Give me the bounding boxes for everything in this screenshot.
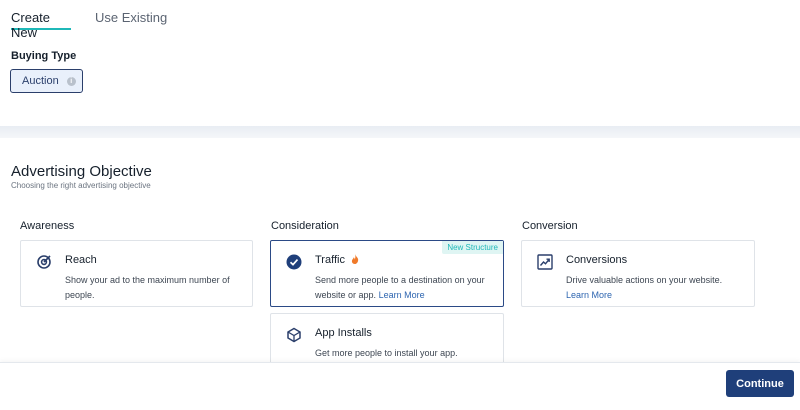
card-description: Get more people to install your app.: [315, 348, 458, 358]
section-subtitle: Choosing the right advertising objective: [11, 181, 151, 190]
tab-create-new[interactable]: Create New: [11, 0, 71, 40]
target-icon: [36, 254, 52, 270]
objective-card-traffic[interactable]: New Structure Traffic Send more people t…: [270, 240, 504, 307]
footer-bar: Continue: [0, 362, 800, 410]
learn-more-link[interactable]: Learn More: [379, 290, 425, 300]
card-title: Conversions: [566, 254, 628, 266]
cube-icon: [286, 327, 302, 343]
check-circle-icon: [286, 254, 302, 270]
auction-button[interactable]: Auction i: [10, 69, 83, 93]
conversions-desc-text: Drive valuable actions on your website.: [566, 275, 723, 285]
card-title: Reach: [65, 254, 97, 266]
objective-card-reach[interactable]: Reach Show your ad to the maximum number…: [20, 240, 253, 307]
continue-button[interactable]: Continue: [726, 370, 794, 397]
tab-use-existing[interactable]: Use Existing: [95, 0, 167, 30]
card-description: Drive valuable actions on your website. …: [566, 273, 751, 303]
column-consideration: Consideration: [271, 220, 339, 232]
card-description: Show your ad to the maximum number of pe…: [65, 275, 230, 300]
card-description: Send more people to a destination on you…: [315, 273, 500, 303]
info-icon[interactable]: i: [66, 76, 76, 86]
card-title: App Installs: [315, 327, 372, 339]
buying-type-label: Buying Type: [11, 50, 77, 62]
tab-bar: Create New Use Existing: [11, 0, 167, 40]
traffic-title: Traffic: [315, 254, 345, 266]
column-awareness: Awareness: [20, 220, 75, 232]
auction-label: Auction: [22, 75, 59, 87]
column-conversion: Conversion: [522, 220, 578, 232]
fire-icon: [348, 254, 359, 266]
section-divider: [0, 126, 800, 138]
card-title: Traffic: [315, 254, 359, 266]
objective-card-conversions[interactable]: Conversions Drive valuable actions on yo…: [521, 240, 755, 307]
trend-up-icon: [537, 254, 553, 270]
new-structure-badge: New Structure: [442, 241, 503, 254]
section-title: Advertising Objective: [11, 163, 152, 180]
learn-more-link[interactable]: Learn More: [566, 290, 612, 300]
